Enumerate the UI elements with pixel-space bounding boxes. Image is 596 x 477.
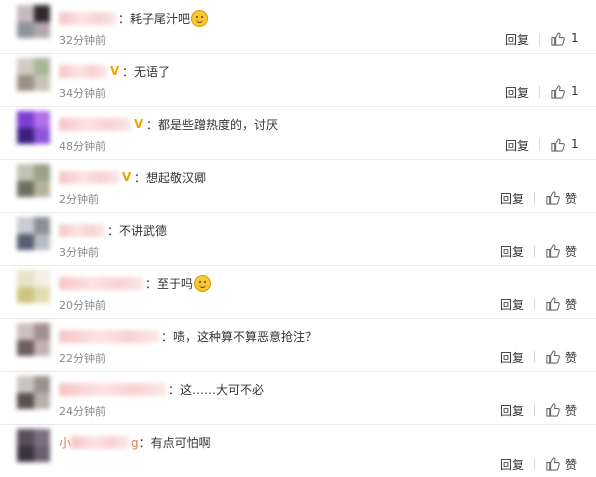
avatar[interactable] (17, 5, 50, 38)
comment-time: 24分钟前 (59, 405, 106, 418)
reply-button[interactable]: 回复 (505, 31, 529, 48)
comment-item: V ：都是些蹭热度的，讨厌 48分钟前 回复 1 (0, 106, 596, 160)
like-button[interactable]: 赞 (565, 190, 577, 207)
divider (534, 245, 535, 257)
reply-button[interactable]: 回复 (505, 137, 529, 154)
nickname[interactable] (59, 171, 119, 184)
colon: ： (168, 382, 181, 397)
comment-time: 22分钟前 (59, 352, 106, 365)
thumbs-up-icon[interactable] (550, 31, 565, 46)
avatar[interactable] (17, 111, 50, 144)
comment-text: 都是些蹭热度的，讨厌 (158, 117, 279, 132)
comment-text: 想起敬汉卿 (146, 170, 207, 185)
thumbs-up-icon[interactable] (545, 296, 560, 311)
thumbs-up-icon[interactable] (550, 84, 565, 99)
nickname-prefix[interactable]: 小 (59, 433, 71, 453)
nickname[interactable] (59, 383, 166, 396)
vip-icon: V (110, 64, 120, 78)
reply-button[interactable]: 回复 (500, 243, 524, 260)
divider (534, 192, 535, 204)
comment-item: 小 g：有点可怕啊 回复 赞 (0, 424, 596, 477)
avatar[interactable] (17, 429, 50, 462)
comment-text: 无语了 (134, 64, 171, 79)
comment-time: 48分钟前 (59, 140, 106, 153)
comment-text: 这……大可不必 (180, 382, 265, 397)
like-button[interactable]: 赞 (565, 349, 577, 366)
comment-time: 34分钟前 (59, 87, 106, 100)
comment-text: 至于吗 (157, 276, 194, 291)
comment-text: 不讲武德 (119, 223, 168, 238)
colon: ： (138, 435, 151, 450)
like-button[interactable]: 赞 (565, 402, 577, 419)
avatar[interactable] (17, 270, 50, 303)
divider (539, 33, 540, 45)
comment-text: 啧，这种算不算恶意抢注？ (173, 329, 318, 344)
comment-item: ：不讲武德 3分钟前 回复 赞 (0, 212, 596, 266)
comment-text: 有点可怕啊 (150, 435, 211, 450)
comment-item: ：耗子尾汁吧 32分钟前 回复 1 (0, 0, 596, 54)
nickname[interactable] (59, 65, 107, 78)
colon: ： (146, 117, 159, 132)
colon: ： (161, 329, 174, 344)
avatar[interactable] (17, 164, 50, 197)
colon: ： (134, 170, 147, 185)
reply-button[interactable]: 回复 (500, 296, 524, 313)
thumbs-up-icon[interactable] (545, 402, 560, 417)
thumbs-up-icon[interactable] (545, 456, 560, 471)
vip-icon: V (134, 117, 144, 131)
comment-item: V ：想起敬汉卿 2分钟前 回复 赞 (0, 159, 596, 213)
nickname[interactable] (59, 330, 159, 343)
comment-time: 32分钟前 (59, 34, 106, 47)
divider (539, 139, 540, 151)
divider (534, 404, 535, 416)
comment-time: 3分钟前 (59, 246, 99, 259)
reply-button[interactable]: 回复 (500, 349, 524, 366)
nickname[interactable] (59, 277, 143, 290)
comment-text: 耗子尾汁吧 (130, 11, 191, 26)
like-count[interactable]: 1 (571, 137, 579, 151)
colon: ： (118, 11, 131, 26)
nickname[interactable] (59, 224, 105, 237)
like-button[interactable]: 赞 (565, 296, 577, 313)
thumbs-up-icon[interactable] (545, 190, 560, 205)
divider (534, 458, 535, 470)
divider (534, 351, 535, 363)
colon: ： (145, 276, 158, 291)
hmm-emoji-icon (194, 275, 212, 292)
like-button[interactable]: 赞 (565, 456, 577, 473)
avatar[interactable] (17, 323, 50, 356)
divider (534, 298, 535, 310)
thumbs-up-icon[interactable] (545, 243, 560, 258)
avatar[interactable] (17, 58, 50, 91)
like-count[interactable]: 1 (571, 31, 579, 45)
nickname-suffix[interactable]: g (131, 433, 139, 453)
reply-button[interactable]: 回复 (505, 84, 529, 101)
comment-item: V ：无语了 34分钟前 回复 1 (0, 53, 596, 107)
nickname[interactable] (71, 436, 130, 449)
colon: ： (122, 64, 135, 79)
divider (539, 86, 540, 98)
nickname[interactable] (59, 118, 131, 131)
comment-item: ：至于吗 20分钟前 回复 赞 (0, 265, 596, 319)
smile-emoji-icon (191, 10, 209, 27)
comment-time: 20分钟前 (59, 299, 106, 312)
avatar[interactable] (17, 217, 50, 250)
thumbs-up-icon[interactable] (550, 137, 565, 152)
thumbs-up-icon[interactable] (545, 349, 560, 364)
like-button[interactable]: 赞 (565, 243, 577, 260)
comment-item: ：啧，这种算不算恶意抢注？ 22分钟前 回复 赞 (0, 318, 596, 372)
like-count[interactable]: 1 (571, 84, 579, 98)
comment-time: 2分钟前 (59, 193, 99, 206)
colon: ： (107, 223, 120, 238)
reply-button[interactable]: 回复 (500, 402, 524, 419)
nickname[interactable] (59, 12, 116, 25)
avatar[interactable] (17, 376, 50, 409)
comment-item: ：这……大可不必 24分钟前 回复 赞 (0, 371, 596, 425)
reply-button[interactable]: 回复 (500, 190, 524, 207)
vip-icon: V (122, 170, 132, 184)
reply-button[interactable]: 回复 (500, 456, 524, 473)
